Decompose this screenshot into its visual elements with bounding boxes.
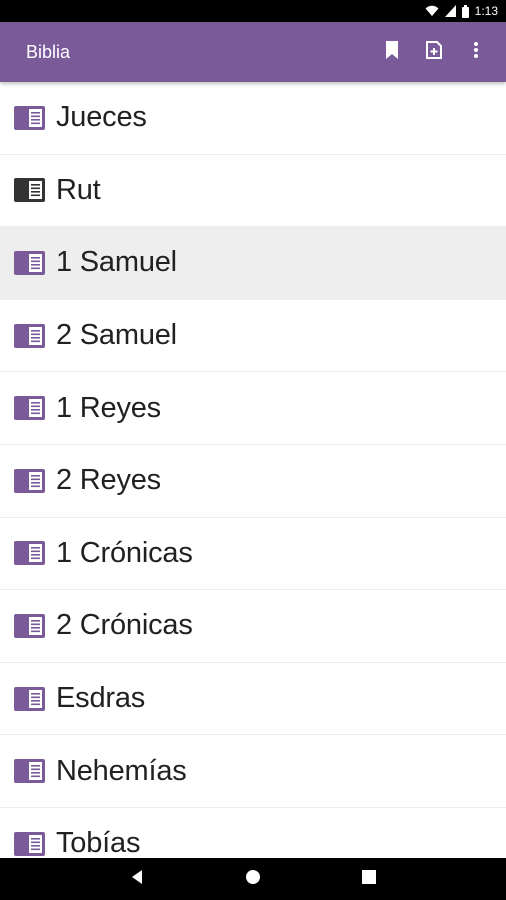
app-actions xyxy=(376,36,492,68)
book-icon xyxy=(14,323,46,349)
navigation-bar xyxy=(0,858,506,900)
book-label: 2 Reyes xyxy=(56,464,161,497)
book-icon xyxy=(14,468,46,494)
book-icon xyxy=(14,105,46,131)
book-label: Nehemías xyxy=(56,754,187,787)
home-button[interactable] xyxy=(241,867,265,891)
book-label: 2 Crónicas xyxy=(56,609,193,642)
list-item[interactable]: Rut xyxy=(0,154,506,228)
app-title: Biblia xyxy=(26,41,71,62)
battery-icon xyxy=(461,4,469,18)
recents-button[interactable] xyxy=(357,867,381,891)
book-label: 1 Reyes xyxy=(56,391,161,424)
book-label: 1 Crónicas xyxy=(56,536,193,569)
list-item[interactable]: 1 Reyes xyxy=(0,372,506,445)
list-item[interactable]: Tobías xyxy=(0,807,506,858)
recents-icon xyxy=(362,869,376,889)
status-bar: 1:13 xyxy=(0,0,506,22)
book-icon xyxy=(14,613,46,639)
book-label: Tobías xyxy=(56,827,141,858)
book-icon xyxy=(14,395,46,421)
book-icon xyxy=(14,686,46,712)
back-icon xyxy=(130,869,144,890)
book-label: Rut xyxy=(56,173,101,206)
bookmark-icon xyxy=(385,40,399,64)
list-item[interactable]: Esdras xyxy=(0,662,506,736)
book-label: 2 Samuel xyxy=(56,319,177,352)
list-item[interactable]: Jueces xyxy=(0,82,506,155)
book-icon xyxy=(14,250,46,276)
signal-icon xyxy=(444,5,456,17)
list-item[interactable]: 2 Reyes xyxy=(0,444,506,518)
list-item[interactable]: Nehemías xyxy=(0,735,506,808)
wifi-icon xyxy=(425,5,439,17)
book-label: Jueces xyxy=(56,101,147,134)
app-bar: Biblia xyxy=(0,22,506,82)
book-icon xyxy=(14,831,46,857)
list-item[interactable]: 1 Crónicas xyxy=(0,517,506,591)
bookmark-button[interactable] xyxy=(376,36,408,68)
overflow-menu-icon xyxy=(474,41,478,63)
list-item[interactable]: 1 Samuel xyxy=(0,227,506,300)
list-item[interactable]: 2 Samuel xyxy=(0,299,506,373)
book-list: Jueces Rut 1 Samuel 2 Samuel 1 Reyes 2 Reyes 1… xyxy=(0,82,506,858)
book-label: Esdras xyxy=(56,682,146,715)
add-note-button[interactable] xyxy=(418,36,450,68)
book-icon xyxy=(14,540,46,566)
home-icon xyxy=(245,869,261,890)
list-item[interactable]: 2 Crónicas xyxy=(0,590,506,663)
status-time: 1:13 xyxy=(474,4,498,18)
add-note-icon xyxy=(425,40,443,64)
overflow-menu-button[interactable] xyxy=(460,36,492,68)
book-label: 1 Samuel xyxy=(56,246,177,279)
book-icon xyxy=(14,177,46,203)
book-icon xyxy=(14,758,46,784)
back-button[interactable] xyxy=(125,867,149,891)
